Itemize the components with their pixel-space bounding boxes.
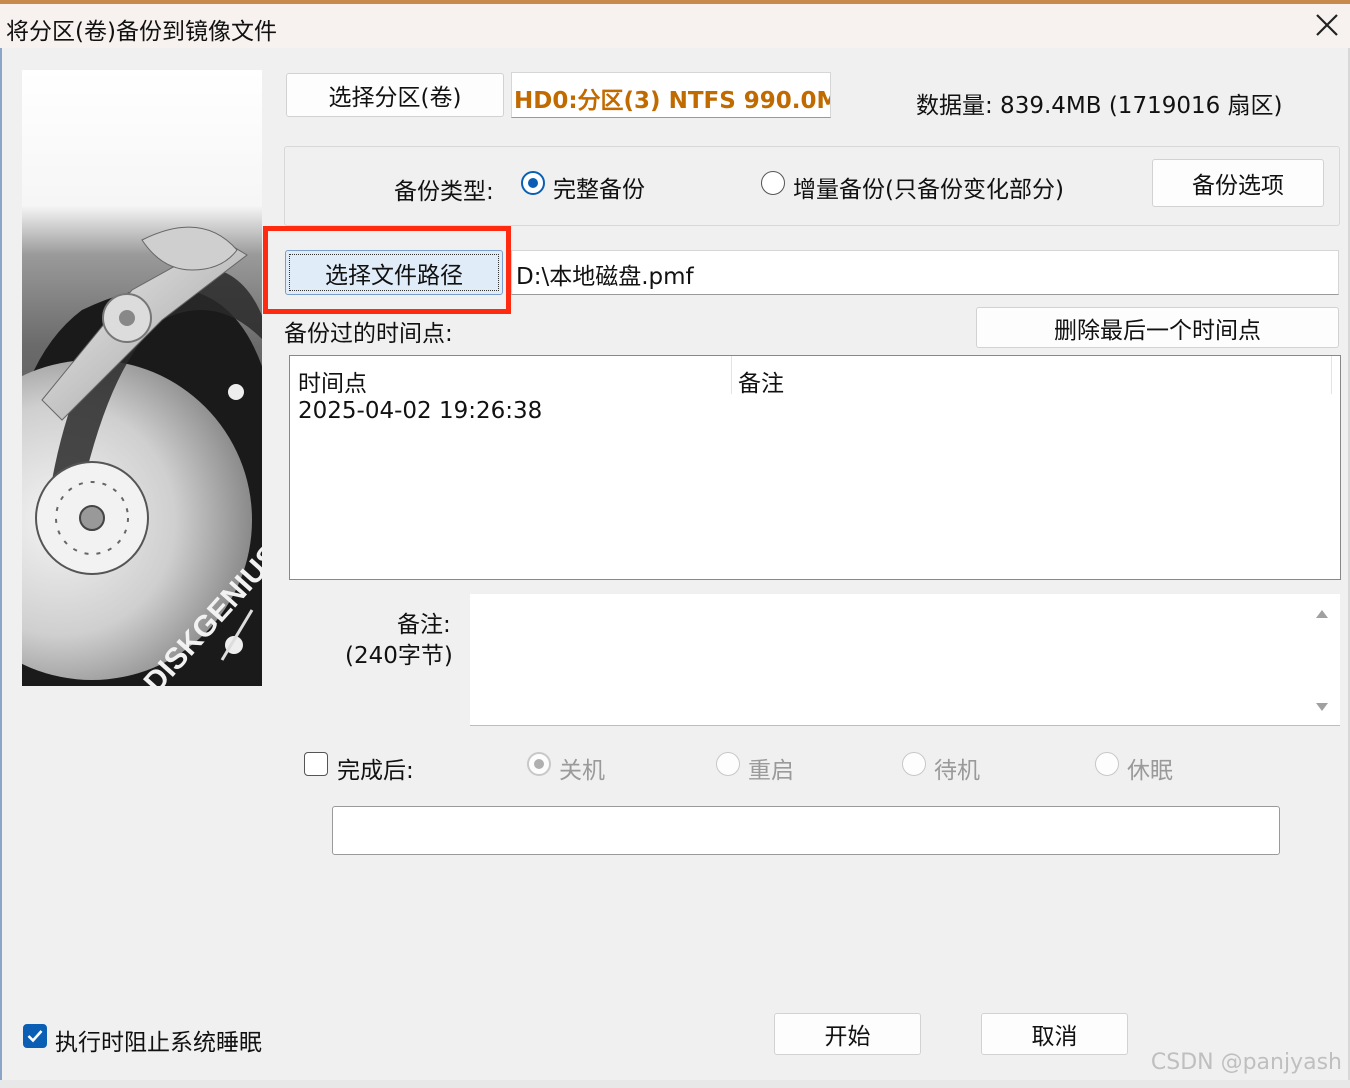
scroll-up-arrow-icon[interactable] (1316, 610, 1328, 618)
backup-options-button[interactable]: 备份选项 (1152, 159, 1324, 207)
column-header-time[interactable]: 时间点 (298, 364, 367, 398)
file-path-input[interactable]: D:\本地磁盘.pmf (511, 250, 1339, 295)
incremental-backup-radio[interactable] (761, 171, 785, 195)
restart-radio[interactable] (716, 752, 740, 776)
table-row[interactable]: 2025-04-02 19:26:38 (290, 396, 1340, 434)
backup-type-label: 备份类型: (394, 179, 494, 205)
hard-disk-illustration: DISKGENIUS (22, 70, 262, 686)
standby-label[interactable]: 待机 (934, 751, 980, 785)
partition-field: HD0:分区(3) NTFS 990.0MB (511, 72, 831, 118)
watermark: CSDN @panjyash (1150, 1050, 1342, 1075)
shutdown-label[interactable]: 关机 (559, 751, 605, 785)
file-path-value: D:\本地磁盘.pmf (516, 264, 694, 290)
time-points-label: 备份过的时间点: (284, 321, 453, 347)
time-point-cell: 2025-04-02 19:26:38 (298, 398, 543, 424)
highlight-box (263, 226, 511, 314)
remark-label: 备注: (397, 612, 451, 638)
close-icon[interactable] (1310, 8, 1344, 42)
full-backup-label[interactable]: 完整备份 (553, 170, 645, 204)
standby-radio[interactable] (902, 752, 926, 776)
full-backup-radio[interactable] (521, 171, 545, 195)
prevent-sleep-checkbox[interactable] (23, 1024, 47, 1048)
incremental-backup-label[interactable]: 增量备份(只备份变化部分) (793, 170, 1064, 204)
prevent-sleep-label[interactable]: 执行时阻止系统睡眠 (55, 1023, 262, 1057)
column-header-note[interactable]: 备注 (738, 364, 784, 398)
after-completion-label[interactable]: 完成后: (337, 751, 414, 785)
scroll-down-arrow-icon[interactable] (1316, 703, 1328, 711)
restart-label[interactable]: 重启 (748, 751, 794, 785)
progress-bar (332, 806, 1280, 855)
checkmark-icon (27, 1030, 43, 1043)
column-divider[interactable] (1331, 356, 1332, 394)
shutdown-radio[interactable] (527, 752, 551, 776)
window-title: 将分区(卷)备份到镜像文件 (6, 19, 277, 45)
partition-value: HD0:分区(3) NTFS 990.0MB (514, 88, 831, 114)
cancel-button[interactable]: 取消 (981, 1013, 1128, 1055)
data-size-label: 数据量: 839.4MB (1719016 扇区) (916, 93, 1283, 119)
remark-textarea[interactable] (470, 594, 1340, 726)
time-points-table[interactable]: 时间点 备注 2025-04-02 19:26:38 (289, 355, 1341, 580)
select-partition-button[interactable]: 选择分区(卷) (286, 73, 504, 117)
delete-last-time-point-button[interactable]: 删除最后一个时间点 (976, 307, 1339, 348)
column-divider[interactable] (731, 356, 732, 394)
hibernate-radio[interactable] (1095, 752, 1119, 776)
underlying-window-strip (0, 1080, 1350, 1088)
start-button[interactable]: 开始 (774, 1013, 921, 1055)
hibernate-label[interactable]: 休眠 (1127, 751, 1173, 785)
remark-limit-label: (240字节) (345, 643, 453, 669)
after-completion-checkbox[interactable] (304, 752, 328, 776)
title-bar: 将分区(卷)备份到镜像文件 (0, 4, 1350, 48)
